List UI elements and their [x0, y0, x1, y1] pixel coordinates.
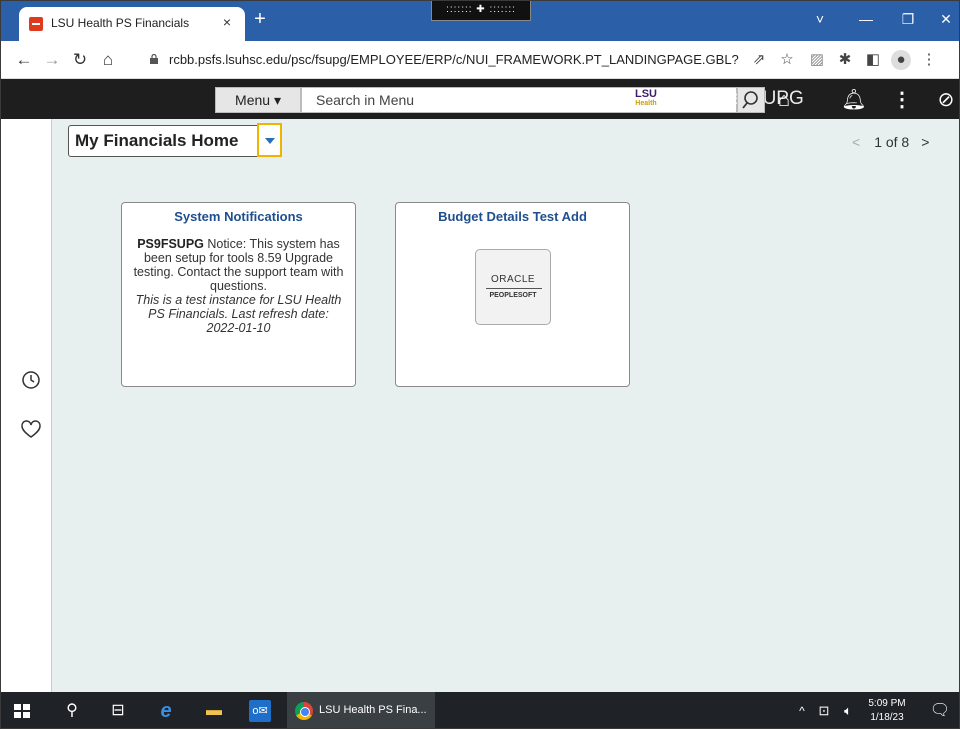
menu-search-box [301, 87, 737, 113]
homepage-content: System Notifications PS9FSUPG Notice: Th… [52, 165, 959, 692]
screen: LSU Health PS Financials × + ::::::: ✚ :… [0, 0, 960, 729]
windows-taskbar: ⚲ ⊟ e ▬ o✉ LSU Health PS Fina... ^ ⊡ 🔈︎ … [1, 692, 959, 728]
notifications-center-icon[interactable]: 🗨︎ [929, 700, 951, 722]
home-icon[interactable]: ⌂ [97, 49, 119, 71]
oracle-peoplesoft-logo-icon: ORACLE PEOPLESOFT [475, 249, 551, 325]
taskbar-clock[interactable]: 5:09 PM 1/18/23 [867, 697, 907, 725]
browser-tab[interactable]: LSU Health PS Financials × [19, 7, 245, 41]
logo-line-health: Health [635, 100, 657, 107]
tile-notice-text: PS9FSUPG Notice: This system has been se… [132, 237, 345, 335]
notifications-bell-icon[interactable]: 🔔︎ [841, 87, 867, 113]
lsu-health-logo: LSU Health [629, 89, 663, 109]
network-icon[interactable]: ⊡ [813, 700, 835, 722]
profile-avatar-icon[interactable]: ● [891, 50, 911, 70]
clock-time: 5:09 PM [868, 698, 906, 709]
taskbar-window-label: LSU Health PS Fina... [319, 704, 427, 716]
outlook-icon[interactable]: o✉ [249, 700, 271, 722]
favorites-heart-icon[interactable] [20, 419, 42, 441]
browser-menu-icon[interactable]: ⋮ [919, 50, 939, 70]
bookmark-star-icon[interactable]: ☆ [777, 50, 797, 70]
share-icon[interactable]: ⇗ [749, 50, 769, 70]
restore-button[interactable]: ❐ [895, 7, 921, 33]
task-view-icon[interactable]: ⊟ [107, 700, 129, 722]
forward-icon[interactable]: → [41, 49, 63, 71]
notice-system-id: PS9FSUPG [137, 237, 204, 251]
left-rail [1, 119, 52, 692]
volume-icon[interactable]: 🔈︎ [837, 700, 859, 722]
url-text: rcbb.psfs.lsuhsc.edu/psc/fsupg/EMPLOYEE/… [169, 52, 739, 67]
tile-budget-details-test-add[interactable]: Budget Details Test Add ORACLE PEOPLESOF… [395, 202, 630, 387]
tab-search-icon[interactable]: ˅ [807, 7, 833, 33]
clock-date: 1/18/23 [870, 712, 904, 723]
extension-image-icon[interactable]: ▨ [807, 50, 827, 70]
logo-divider [486, 288, 542, 289]
browser-tab-strip: LSU Health PS Financials × + ::::::: ✚ :… [1, 1, 959, 41]
homepage-header: My Financials Home <1 of 8 > [52, 119, 959, 165]
windows-start-icon[interactable] [11, 700, 33, 722]
recent-history-clock-icon[interactable] [20, 369, 42, 391]
tile-title: Budget Details Test Add [438, 209, 587, 224]
page-indicator: 1 of 8 [874, 134, 910, 150]
menu-search-input[interactable] [302, 88, 736, 112]
previous-page-icon[interactable]: < [852, 134, 860, 150]
show-hidden-icons-icon[interactable]: ^ [791, 700, 813, 722]
tile-system-notifications[interactable]: System Notifications PS9FSUPG Notice: Th… [121, 202, 356, 387]
taskbar-chrome-window[interactable]: LSU Health PS Fina... [287, 692, 435, 728]
next-page-icon[interactable]: > [921, 134, 929, 150]
logo-line-lsu: LSU [635, 88, 657, 100]
back-icon[interactable]: ← [13, 49, 35, 71]
extensions-puzzle-icon[interactable]: ✱ [835, 50, 855, 70]
address-bar[interactable]: rcbb.psfs.lsuhsc.edu/psc/fsupg/EMPLOYEE/… [149, 47, 739, 73]
tile-title: System Notifications [174, 209, 303, 224]
search-button[interactable] [737, 87, 765, 113]
chrome-icon [295, 702, 313, 720]
logo-peoplesoft: PEOPLESOFT [489, 292, 537, 299]
homepage-title: My Financials Home [75, 131, 239, 150]
notice-italic: This is a test instance for LSU Health P… [135, 293, 342, 335]
reload-icon[interactable]: ↻ [69, 49, 91, 71]
navbar-compass-icon[interactable]: ⊘ [933, 87, 959, 113]
search-icon[interactable]: ⚲ [61, 700, 83, 722]
lock-icon [150, 54, 158, 64]
minimize-button[interactable]: — [853, 7, 879, 33]
homepage-dropdown-arrow-icon[interactable] [257, 123, 282, 157]
logo-oracle: ORACLE [490, 274, 536, 285]
homepage-pager: <1 of 8 > [852, 134, 929, 150]
home-icon[interactable]: ⌂ [771, 87, 797, 113]
peoplesoft-banner: Menu ▾ LSU Health als UPG ⌂ 🔔︎ ⋮ ⊘ [1, 79, 959, 119]
navigator-menu-button[interactable]: Menu ▾ [215, 87, 301, 113]
file-explorer-icon[interactable]: ▬ [203, 700, 225, 722]
close-window-button[interactable]: ✕ [933, 7, 959, 33]
new-tab-button[interactable]: + [249, 9, 271, 31]
tab-title: LSU Health PS Financials [51, 16, 190, 30]
actions-menu-icon[interactable]: ⋮ [889, 87, 915, 113]
browser-toolbar: ← → ↻ ⌂ rcbb.psfs.lsuhsc.edu/psc/fsupg/E… [1, 41, 959, 79]
remote-session-drag-handle[interactable]: ::::::: ✚ ::::::: [431, 1, 531, 21]
internet-explorer-icon[interactable]: e [155, 700, 177, 722]
side-panel-icon[interactable]: ◧ [863, 50, 883, 70]
search-icon [742, 91, 758, 109]
lsu-favicon-icon [29, 17, 43, 31]
tab-close-icon[interactable]: × [219, 14, 235, 30]
homepage-selector[interactable]: My Financials Home [68, 125, 282, 157]
